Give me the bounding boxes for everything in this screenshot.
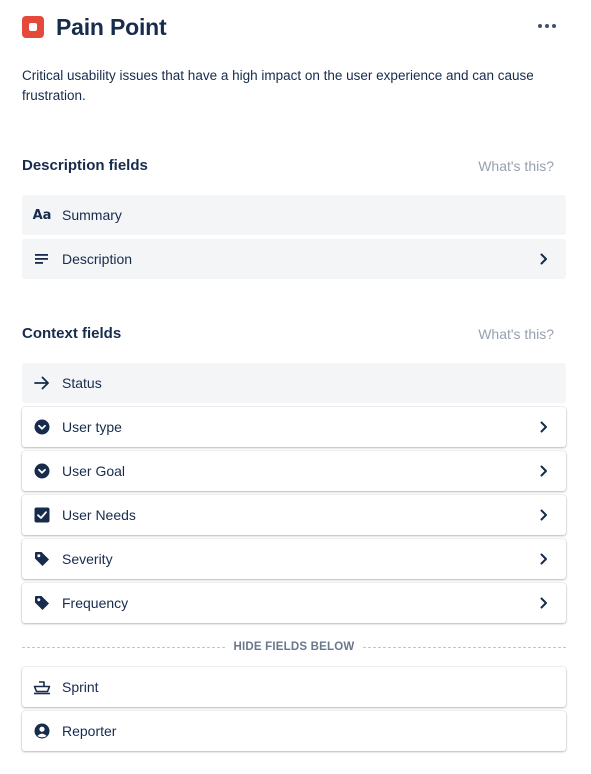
field-label: User Goal bbox=[62, 463, 126, 479]
field-label: Sprint bbox=[62, 679, 99, 695]
field-user-type[interactable]: User type bbox=[22, 407, 566, 447]
divider-line bbox=[363, 646, 566, 648]
chevron-right-icon bbox=[536, 251, 552, 267]
chevron-right-icon bbox=[536, 595, 552, 611]
hide-fields-divider[interactable]: HIDE FIELDS BELOW bbox=[22, 638, 566, 656]
issue-type-header: Pain Point bbox=[22, 10, 569, 44]
field-label: User Needs bbox=[62, 507, 136, 523]
chevron-right-icon bbox=[536, 463, 552, 479]
chevron-right-icon bbox=[536, 551, 552, 567]
more-options-icon[interactable] bbox=[535, 16, 559, 36]
page-title: Pain Point bbox=[56, 13, 167, 40]
field-label: Frequency bbox=[62, 595, 129, 611]
field-label: Description bbox=[62, 251, 133, 267]
field-user-goal[interactable]: User Goal bbox=[22, 451, 566, 491]
description-fields-header: Description fields What's this? bbox=[22, 157, 554, 174]
field-sprint[interactable]: Sprint bbox=[22, 667, 566, 707]
field-reporter[interactable]: Reporter bbox=[22, 711, 566, 751]
whats-this-link[interactable]: What's this? bbox=[478, 326, 554, 342]
pain-point-type-icon bbox=[22, 16, 44, 38]
checkbox-icon bbox=[33, 506, 51, 524]
field-label: Severity bbox=[62, 551, 113, 567]
text-aa-icon: Aa bbox=[32, 207, 52, 223]
chevron-right-icon bbox=[536, 507, 552, 523]
tag-icon bbox=[33, 594, 51, 612]
chevron-right-icon bbox=[536, 419, 552, 435]
divider-line bbox=[22, 646, 225, 648]
field-description[interactable]: Description bbox=[22, 239, 566, 279]
issue-type-description: Critical usability issues that have a hi… bbox=[22, 68, 534, 103]
field-label: User type bbox=[62, 419, 122, 435]
tag-icon bbox=[33, 550, 51, 568]
field-summary: Aa Summary bbox=[22, 195, 566, 235]
divider-label: HIDE FIELDS BELOW bbox=[233, 641, 355, 653]
person-circle-icon bbox=[33, 722, 51, 740]
arrow-right-icon bbox=[33, 374, 51, 392]
chevron-circle-icon bbox=[33, 462, 51, 480]
field-label: Summary bbox=[62, 207, 122, 223]
field-frequency[interactable]: Frequency bbox=[22, 583, 566, 623]
field-user-needs[interactable]: User Needs bbox=[22, 495, 566, 535]
field-label: Status bbox=[62, 375, 102, 391]
field-label: Reporter bbox=[62, 723, 117, 739]
context-fields-header: Context fields What's this? bbox=[22, 325, 554, 342]
whats-this-link[interactable]: What's this? bbox=[478, 158, 554, 174]
section-title: Description fields bbox=[22, 157, 148, 174]
field-status: Status bbox=[22, 363, 566, 403]
lines-icon bbox=[33, 250, 51, 268]
field-severity[interactable]: Severity bbox=[22, 539, 566, 579]
section-title: Context fields bbox=[22, 325, 122, 342]
sprint-icon bbox=[33, 678, 51, 696]
chevron-circle-icon bbox=[33, 418, 51, 436]
